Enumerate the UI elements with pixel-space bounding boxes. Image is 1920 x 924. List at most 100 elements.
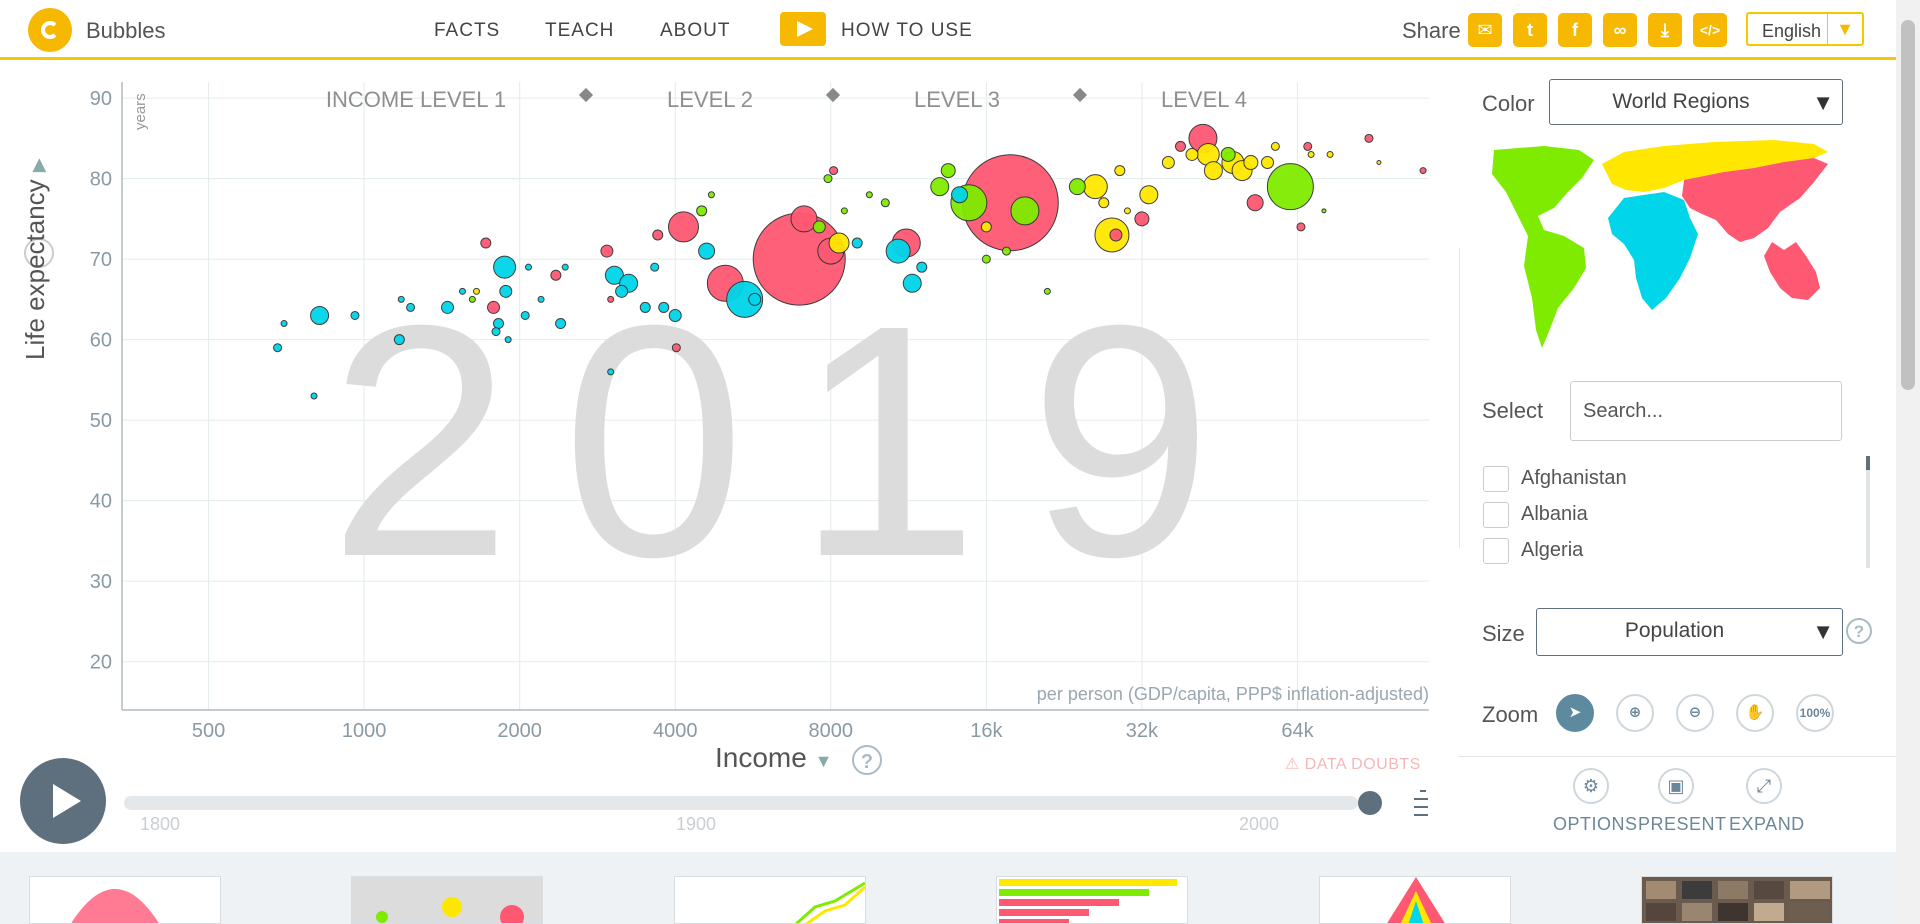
twitter-icon[interactable]: t [1513,13,1547,47]
size-help-icon[interactable]: ? [1846,618,1872,644]
bubble[interactable] [1114,165,1126,177]
bubble[interactable] [902,273,922,293]
bubble[interactable] [310,392,318,400]
expand-button[interactable]: EXPAND [1729,814,1805,835]
bubble[interactable] [615,284,629,298]
bubble[interactable] [1161,156,1175,170]
bubble[interactable] [707,191,715,199]
bubble[interactable] [473,287,481,295]
checkbox[interactable] [1483,502,1509,528]
how-to-use-play-icon[interactable] [780,12,826,46]
bubble[interactable] [667,211,699,243]
tool-thumbnail-ranks[interactable] [996,876,1188,924]
bubble[interactable] [607,368,615,376]
gapminder-logo-icon[interactable] [28,8,72,52]
bubble[interactable] [493,255,517,279]
bubble[interactable] [840,207,848,215]
bubble[interactable] [491,327,501,337]
bubble[interactable] [550,269,562,281]
bubble[interactable] [658,301,670,313]
mail-icon[interactable]: ✉ [1468,13,1502,47]
bubble[interactable] [851,237,863,249]
bubble[interactable] [1001,246,1011,256]
bubble[interactable] [520,310,530,320]
bubble[interactable] [1082,174,1108,200]
nav-about[interactable]: ABOUT [660,20,730,42]
expand-icon[interactable]: ⤢ [1746,768,1782,804]
bubble[interactable] [885,238,911,264]
timeline-slider[interactable] [124,796,1358,810]
bubble[interactable] [1109,228,1123,242]
country-list-scrollbar[interactable] [1866,456,1870,568]
zoom-reset-button[interactable]: 100% [1796,694,1834,732]
bubble[interactable] [1243,155,1259,171]
bubble[interactable] [829,166,839,176]
bubble[interactable] [310,305,330,325]
bubble[interactable] [650,262,660,272]
bubble[interactable] [930,177,950,197]
brand-title[interactable]: Bubbles [86,18,166,44]
zoom-out-icon[interactable]: ⊖ [1676,694,1714,732]
bubble[interactable] [880,198,890,208]
gear-icon[interactable]: ⚙ [1573,768,1609,804]
bubble[interactable] [1068,178,1086,196]
tool-thumbnail-maps[interactable] [351,876,543,924]
bubble[interactable] [1043,287,1051,295]
bubble[interactable] [1220,146,1236,162]
bubble[interactable] [1134,211,1150,227]
color-select[interactable]: World Regions ▼ [1549,79,1843,125]
bubble[interactable] [458,287,466,295]
checkbox[interactable] [1483,538,1509,564]
bubble[interactable] [1123,207,1131,215]
bubble[interactable] [493,318,505,330]
bubble[interactable] [1174,140,1186,152]
cursor-icon[interactable]: ➤ [1556,694,1594,732]
y-axis-title[interactable]: Life expectancy ▶ [20,158,51,360]
bubble[interactable] [1307,150,1315,158]
bubble[interactable] [639,301,651,313]
tool-thumbnail-trends[interactable] [674,876,866,924]
bubble[interactable] [561,263,569,271]
world-regions-map[interactable] [1484,138,1844,358]
bubble-chart[interactable]: 2019 500 1000 2000 4000 8000 16k 32k 64k 20 30 40 50… [0,60,1440,760]
zoom-in-icon[interactable]: ⊕ [1616,694,1654,732]
bubble[interactable] [980,221,992,233]
bubble[interactable] [940,163,956,179]
country-search-input[interactable] [1570,381,1842,441]
bubble[interactable] [406,302,416,312]
bubble[interactable] [555,318,567,330]
bubble[interactable] [696,205,708,217]
bubble[interactable] [748,292,762,306]
facebook-icon[interactable]: f [1558,13,1592,47]
bubble[interactable] [480,237,492,249]
bubble[interactable] [1326,150,1334,158]
bubble[interactable] [1261,156,1275,170]
present-button[interactable]: PRESENT [1638,814,1727,835]
page-scrollbar[interactable] [1896,0,1920,924]
size-select[interactable]: Population ▼ [1536,608,1843,656]
speed-control[interactable] [1410,786,1430,834]
bubble[interactable] [607,295,615,303]
bubble[interactable] [1419,167,1427,175]
bubble[interactable] [280,320,288,328]
bubble[interactable] [397,295,405,303]
bubble[interactable] [668,308,682,322]
x-axis-title[interactable]: Income ▼ [715,742,832,774]
bubble[interactable] [951,186,969,204]
bubble[interactable] [1266,163,1314,211]
timeline-handle[interactable] [1358,791,1382,815]
bubble[interactable] [273,343,283,353]
bubble[interactable] [1303,141,1313,151]
bubble[interactable] [600,244,614,258]
bubble[interactable] [698,242,716,260]
bubble[interactable] [1296,222,1306,232]
bubble[interactable] [1321,208,1327,214]
bubble[interactable] [823,174,833,184]
play-button[interactable] [20,758,106,844]
bubble[interactable] [1364,133,1374,143]
download-icon[interactable]: ⤓ [1648,13,1682,47]
bubble[interactable] [865,191,873,199]
embed-code-icon[interactable]: </> [1693,13,1727,47]
bubble[interactable] [487,300,501,314]
bubble[interactable] [1185,147,1199,161]
